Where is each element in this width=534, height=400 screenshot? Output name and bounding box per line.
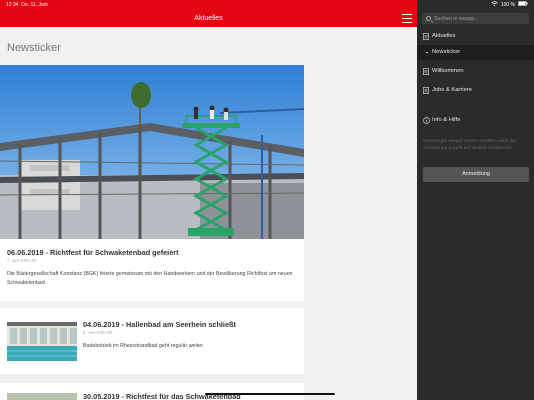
login-hint-text: Berechtigte swapp-Nutzer erhalten nach d… <box>423 139 517 151</box>
sidebar-item-label: Willkommen <box>432 68 464 74</box>
home-indicator <box>205 393 335 395</box>
sidebar-item-willkommen[interactable]: Willkommen <box>417 63 534 79</box>
app-bar: Aktuelles <box>0 10 417 27</box>
news-photo <box>0 65 304 239</box>
news-body: Die Bädergesellschaft Konstanz (BGK) fei… <box>7 271 293 286</box>
page-title: Newsticker <box>7 42 61 54</box>
news-body: Badebetrieb im Rheinstrandbad geht regul… <box>83 343 205 349</box>
search-input[interactable] <box>434 13 526 24</box>
news-card[interactable]: 06.06.2019 - Richtfest für Schwaketenbad… <box>0 65 304 301</box>
sidebar-item-aktuelles[interactable]: Aktuelles <box>417 28 534 44</box>
battery-icon <box>518 0 528 10</box>
login-button[interactable]: Anmeldung <box>423 167 529 182</box>
status-bar-right: 100 % <box>491 0 528 10</box>
news-card[interactable]: 04.06.2019 - Hallenbad am Seerhein schli… <box>0 308 304 374</box>
sidebar-item-newsticker[interactable]: Newsticker <box>417 45 534 60</box>
news-meta: 7. Juni 9:08 Uhr <box>7 258 37 263</box>
sidebar-item-label: Jobs & Karriere <box>432 87 472 93</box>
sidebar-item-info-hilfe[interactable]: Info & Hilfe <box>417 112 534 128</box>
document-icon <box>423 33 429 40</box>
sidebar: 100 % Aktuelles Newsticker Willkommen Jo… <box>417 0 534 400</box>
news-meta: 5. Juni 9:08 Uhr <box>83 330 113 335</box>
sub-item-bullet <box>426 52 428 53</box>
battery-percent: 100 % <box>500 2 515 8</box>
news-title: 04.06.2019 - Hallenbad am Seerhein schli… <box>83 320 236 329</box>
news-card[interactable]: 30.05.2019 - Richtfest für das Schwakete… <box>0 383 304 400</box>
search-icon <box>426 16 431 21</box>
main-content: 12:34 Do. 11. Juni Aktuelles Newsticker <box>0 0 417 400</box>
news-thumbnail <box>7 393 77 400</box>
sidebar-item-label: Info & Hilfe <box>432 117 461 123</box>
sidebar-item-jobs-karriere[interactable]: Jobs & Karriere <box>417 82 534 98</box>
document-icon <box>423 68 429 75</box>
hamburger-menu-icon[interactable] <box>402 14 412 23</box>
app-bar-title: Aktuelles <box>194 15 223 22</box>
document-icon <box>423 87 429 94</box>
sidebar-item-label: Aktuelles <box>432 33 456 39</box>
news-title: 06.06.2019 - Richtfest für Schwaketenbad… <box>7 248 179 257</box>
news-thumbnail <box>7 322 77 361</box>
search-field[interactable] <box>422 13 529 24</box>
sidebar-item-label: Newsticker <box>432 49 461 55</box>
status-bar-left: 12:34 Do. 11. Juni <box>0 0 417 10</box>
info-icon <box>423 117 430 124</box>
wifi-icon <box>491 0 498 10</box>
status-date: Do. 11. Juni <box>21 2 48 8</box>
status-time: 12:34 <box>6 2 19 8</box>
